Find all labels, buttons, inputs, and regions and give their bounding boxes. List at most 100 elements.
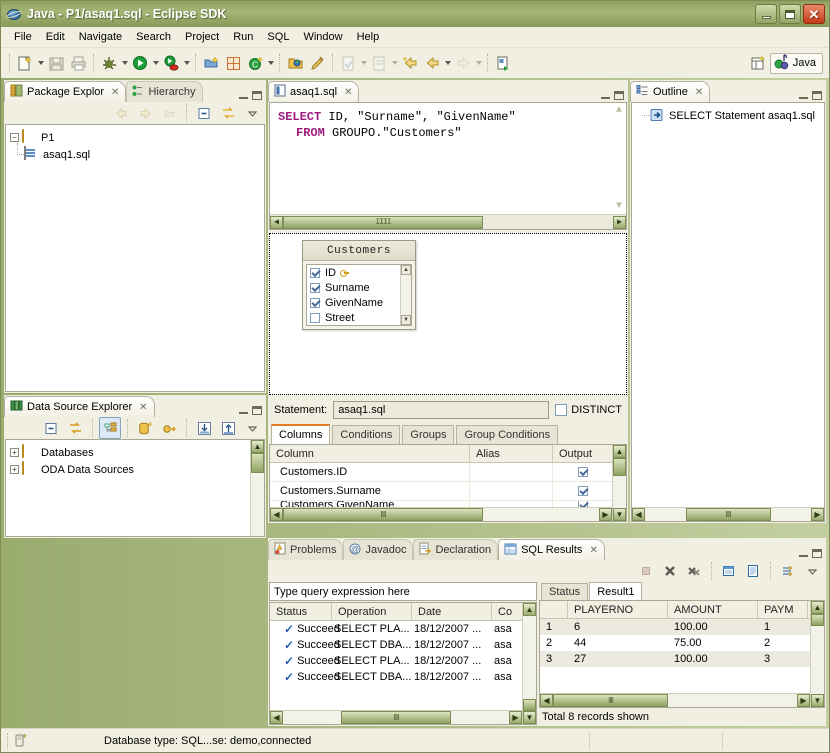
forward-history-icon[interactable]: [421, 52, 443, 74]
new-connection-icon[interactable]: [134, 417, 156, 439]
scroll-right-button[interactable]: ▶: [509, 711, 522, 724]
minimize-view-icon[interactable]: [799, 92, 808, 99]
table-row[interactable]: ✓ Succeed SELECT PLA... 18/12/2007 ... as…: [270, 621, 536, 637]
maximize-view-icon[interactable]: [614, 91, 624, 100]
menu-navigate[interactable]: Navigate: [72, 29, 129, 45]
column-row-surname[interactable]: Surname: [307, 280, 411, 295]
search-icon[interactable]: [306, 52, 328, 74]
result-horizontal-scrollbar[interactable]: ◀ IIII ▶: [540, 693, 810, 707]
debug-dropdown-icon[interactable]: [120, 52, 129, 74]
column-checkbox[interactable]: [310, 267, 320, 278]
maximize-view-icon[interactable]: [252, 406, 262, 415]
scroll-up-button[interactable]: ▲: [613, 445, 626, 458]
table-row[interactable]: Customers.ID: [270, 463, 626, 482]
status-vertical-scrollbar[interactable]: ▲ ▼: [522, 603, 536, 724]
column-row-givenname[interactable]: GivenName: [307, 295, 411, 310]
tab-package-explorer[interactable]: Package Explor ✕: [4, 81, 127, 102]
table-column-list[interactable]: ID Surname GivenName Street ▲ ▼: [306, 264, 412, 326]
scroll-thumb[interactable]: IIII: [283, 215, 483, 229]
data-source-tree[interactable]: + Databases + ODA Data Sources ▲: [5, 439, 265, 537]
open-type-icon[interactable]: [284, 52, 306, 74]
column-checkbox[interactable]: [310, 297, 320, 308]
header-date[interactable]: Date: [412, 603, 492, 620]
menu-help[interactable]: Help: [350, 29, 387, 45]
table-row[interactable]: ✓ Succeed SELECT DBA... 18/12/2007 ... as…: [270, 669, 536, 685]
scroll-thumb[interactable]: [811, 614, 824, 626]
scroll-left-button[interactable]: ◀: [632, 508, 645, 521]
external-tools-icon[interactable]: [492, 52, 514, 74]
tab-javadoc[interactable]: @ Javadoc: [343, 539, 414, 560]
open-perspective-icon[interactable]: [748, 52, 770, 74]
table-row[interactable]: 2 44 75.00 2: [540, 635, 824, 651]
new-java-project-icon[interactable]: [200, 52, 222, 74]
editor-horizontal-scrollbar[interactable]: ◀ IIII ▶: [270, 214, 626, 229]
view-menu-icon[interactable]: [241, 417, 263, 439]
column-row-street[interactable]: Street: [307, 310, 411, 325]
columns-horizontal-scrollbar[interactable]: ◀ IIII ▶: [270, 507, 612, 521]
output-checkbox[interactable]: [577, 486, 588, 496]
tab-columns[interactable]: Columns: [271, 424, 331, 444]
scroll-left-button[interactable]: ◀: [270, 508, 283, 521]
statement-input[interactable]: asaq1.sql: [333, 401, 550, 419]
scroll-up-button[interactable]: ▲: [401, 265, 411, 275]
sql-source-editor[interactable]: SELECT ID, "Surname", "GivenName" FROM G…: [269, 102, 627, 230]
scroll-down-button[interactable]: ▼: [401, 315, 411, 325]
scroll-thumb[interactable]: IIII: [283, 508, 483, 521]
debug-icon[interactable]: [98, 52, 120, 74]
status-horizontal-scrollbar[interactable]: ◀ IIII ▶: [270, 710, 522, 724]
table-row[interactable]: 3 27 100.00 3: [540, 651, 824, 667]
menu-sql[interactable]: SQL: [260, 29, 296, 45]
close-icon[interactable]: ✕: [139, 402, 147, 413]
outline-horizontal-scrollbar[interactable]: ◀ IIII ▶: [632, 507, 824, 521]
maximize-view-icon[interactable]: [252, 91, 262, 100]
remove-all-icon[interactable]: [683, 560, 705, 582]
scroll-down-button[interactable]: ▼: [613, 508, 626, 521]
tab-data-source-explorer[interactable]: Data Source Explorer ✕: [4, 396, 155, 417]
column-checkbox[interactable]: [310, 312, 320, 323]
link-with-editor-icon[interactable]: [64, 417, 86, 439]
menu-file[interactable]: File: [7, 29, 39, 45]
scroll-right-button[interactable]: ▶: [811, 508, 824, 521]
data-source-vertical-scrollbar[interactable]: ▲: [250, 440, 264, 536]
table-row[interactable]: ✓ Succeed SELECT PLA... 18/12/2007 ... as…: [270, 653, 536, 669]
result-vertical-scrollbar[interactable]: ▲ ▼: [810, 601, 824, 707]
column-row-partial[interactable]: [307, 325, 411, 326]
minimize-button[interactable]: [755, 4, 777, 24]
tab-problems[interactable]: Problems: [268, 539, 344, 560]
scroll-thumb[interactable]: IIII: [553, 694, 668, 707]
tree-item-select-statement[interactable]: SELECT Statement asaq1.sql: [634, 107, 822, 124]
export-icon[interactable]: [217, 417, 239, 439]
new-package-icon[interactable]: [222, 52, 244, 74]
editor-vertical-scrollbar[interactable]: ▲ ▼: [612, 103, 626, 214]
columns-vertical-scrollbar[interactable]: ▲ ▼: [612, 445, 626, 521]
table-row-partial[interactable]: [540, 667, 824, 673]
scroll-lock-icon[interactable]: [777, 560, 799, 582]
scroll-thumb[interactable]: IIII: [685, 508, 771, 521]
tab-groups[interactable]: Groups: [402, 425, 455, 444]
header-rownum[interactable]: [540, 601, 568, 618]
tree-item-oda-data-sources[interactable]: + ODA Data Sources: [8, 461, 262, 478]
scroll-left-button[interactable]: ◀: [540, 694, 553, 707]
maximize-view-icon[interactable]: [812, 549, 822, 558]
header-playerno[interactable]: PLAYERNO: [568, 601, 668, 618]
new-class-icon[interactable]: C: [244, 52, 266, 74]
scroll-left-button[interactable]: ◀: [270, 215, 283, 229]
copy-icon[interactable]: [718, 560, 740, 582]
menu-edit[interactable]: Edit: [39, 29, 72, 45]
distinct-option[interactable]: DISTINCT: [555, 404, 622, 416]
output-checkbox[interactable]: [577, 467, 588, 477]
tab-result-status[interactable]: Status: [541, 583, 589, 600]
run-sql-dropdown-icon[interactable]: [182, 52, 191, 74]
scroll-up-button[interactable]: ▲: [616, 103, 622, 116]
scroll-thumb[interactable]: [523, 699, 536, 711]
scroll-thumb[interactable]: IIII: [341, 711, 451, 724]
header-status[interactable]: Status: [270, 603, 332, 620]
close-button[interactable]: ✕: [803, 4, 825, 24]
collapse-all-icon[interactable]: [40, 417, 62, 439]
menu-project[interactable]: Project: [178, 29, 226, 45]
import-icon[interactable]: [193, 417, 215, 439]
scroll-down-button[interactable]: ▼: [616, 201, 622, 214]
table-row[interactable]: ✓ Succeed SELECT DBA... 18/12/2007 ... as…: [270, 637, 536, 653]
tab-conditions[interactable]: Conditions: [332, 425, 401, 444]
cell-output[interactable]: [553, 463, 618, 481]
